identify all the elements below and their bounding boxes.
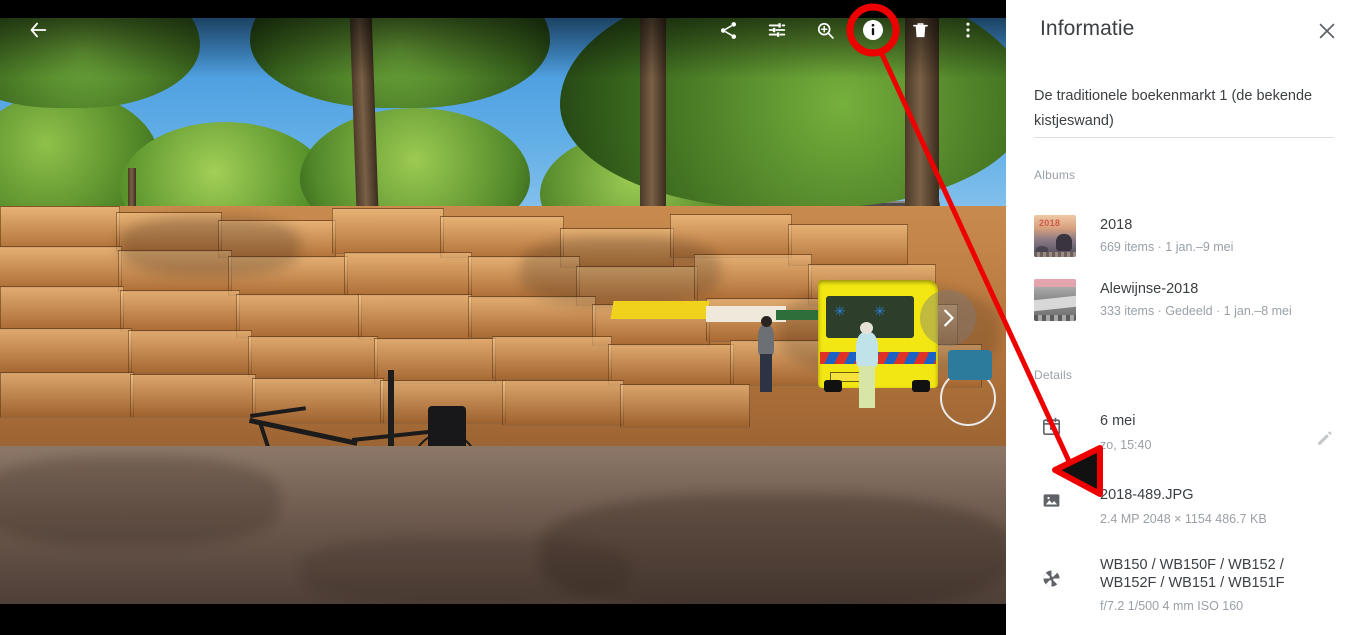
info-button[interactable] [853, 10, 893, 50]
back-arrow-icon [30, 22, 47, 38]
image-icon [1034, 486, 1068, 528]
thumb-bottom-strip [1034, 252, 1076, 257]
calendar-icon [1034, 412, 1068, 454]
album-thumb-year-label: 2018 [1039, 218, 1061, 228]
detail-text-block: 2018-489.JPG 2.4 MP 2048 × 1154 486.7 KB [1100, 486, 1267, 528]
detail-text-block: WB150 / WB150F / WB152 / WB152F / WB151 … [1100, 556, 1285, 615]
trash-icon [912, 22, 928, 37]
thumb-bottom-strip [1034, 315, 1076, 321]
person-head [761, 316, 772, 327]
detail-text-block: 6 mei zo, 15:40 [1100, 412, 1151, 454]
details-section-label: Details [1034, 368, 1073, 382]
more-vertical-icon [966, 22, 970, 38]
more-options-button[interactable] [948, 10, 988, 50]
share-icon [720, 21, 736, 39]
market-stall-sign [776, 310, 822, 320]
file-specs: 2.4 MP 2048 × 1154 486.7 KB [1100, 512, 1267, 526]
brick-pavement [0, 445, 1006, 604]
camera-model-line1: WB150 / WB150F / WB152 / [1100, 557, 1284, 573]
info-icon [863, 20, 883, 40]
pencil-edit-icon [1317, 430, 1331, 445]
person-figure [856, 332, 878, 368]
person-legs [859, 366, 875, 408]
next-photo-button[interactable] [920, 290, 976, 346]
album-item-alewijnse-2018[interactable]: Alewijnse-2018 333 items · Gedeeld · 1 j… [1034, 272, 1350, 328]
photo-description[interactable]: De traditionele boekenmarkt 1 (de bekend… [1034, 84, 1334, 134]
thumb-top-band [1034, 279, 1076, 287]
thumb-rock-shape [1056, 234, 1072, 251]
person-head [860, 322, 873, 334]
ambulance-chevron-stripes [820, 352, 936, 364]
edit-date-button[interactable] [1307, 421, 1341, 455]
google-photos-viewer: ✳ ✳ Informatie De traditionele boekenmar… [0, 0, 1366, 635]
file-name: 2018-489.JPG [1100, 487, 1194, 503]
photo-date: 6 mei [1100, 413, 1136, 429]
thumb-road-shape [1034, 295, 1076, 312]
person-figure [758, 324, 774, 356]
album-name: 2018 [1100, 216, 1133, 233]
photo-canvas[interactable]: ✳ ✳ [0, 18, 1006, 604]
description-divider [1034, 137, 1334, 138]
tune-sliders-icon [768, 23, 786, 37]
album-meta: 333 items · Gedeeld · 1 jan.–8 mei [1100, 303, 1292, 318]
albums-section-label: Albums [1034, 168, 1076, 182]
ambulance-wheel [824, 380, 842, 392]
detail-row-camera[interactable]: WB150 / WB150F / WB152 / WB152F / WB151 … [1034, 556, 1350, 615]
album-thumbnail: 2018 [1034, 215, 1076, 257]
delete-button[interactable] [900, 10, 940, 50]
info-panel-header: Informatie [1006, 0, 1366, 62]
back-button[interactable] [18, 10, 58, 50]
edit-button[interactable] [757, 10, 797, 50]
camera-model-line2: WB152F / WB151 / WB151F [1100, 575, 1285, 591]
chevron-right-icon [944, 309, 954, 327]
market-stall-awning [706, 306, 786, 322]
photo-time: zo, 15:40 [1100, 438, 1152, 452]
share-button[interactable] [708, 10, 748, 50]
album-meta: 669 items · 1 jan.–9 mei [1100, 239, 1234, 254]
zoom-in-icon [817, 22, 834, 39]
close-icon [1319, 23, 1335, 39]
photo-viewer: ✳ ✳ [0, 0, 1006, 635]
album-text-block: Alewijnse-2018 333 items · Gedeeld · 1 j… [1100, 280, 1292, 321]
person-legs [760, 354, 772, 392]
album-text-block: 2018 669 items · 1 jan.–9 mei [1100, 216, 1233, 257]
ambulance-wheel [912, 380, 930, 392]
zoom-button[interactable] [805, 10, 845, 50]
album-item-2018[interactable]: 2018 2018 669 items · 1 jan.–9 mei [1034, 208, 1350, 264]
star-of-life-icon: ✳ [834, 303, 846, 319]
panel-title: Informatie [1040, 17, 1135, 40]
star-of-life-icon: ✳ [874, 303, 886, 319]
close-panel-button[interactable] [1310, 14, 1344, 48]
detail-row-file[interactable]: 2018-489.JPG 2.4 MP 2048 × 1154 486.7 KB [1034, 486, 1350, 528]
detail-row-date[interactable]: 6 mei zo, 15:40 [1034, 412, 1350, 454]
album-thumbnail [1034, 279, 1076, 321]
aperture-camera-icon [1034, 556, 1068, 615]
bicycle-bag [428, 406, 466, 450]
album-name: Alewijnse-2018 [1100, 280, 1199, 297]
camera-exif: f/7.2 1/500 4 mm ISO 160 [1100, 599, 1244, 613]
bicycle-body [948, 350, 992, 380]
viewer-toolbar [0, 0, 1006, 60]
market-stall-awning [610, 301, 710, 319]
